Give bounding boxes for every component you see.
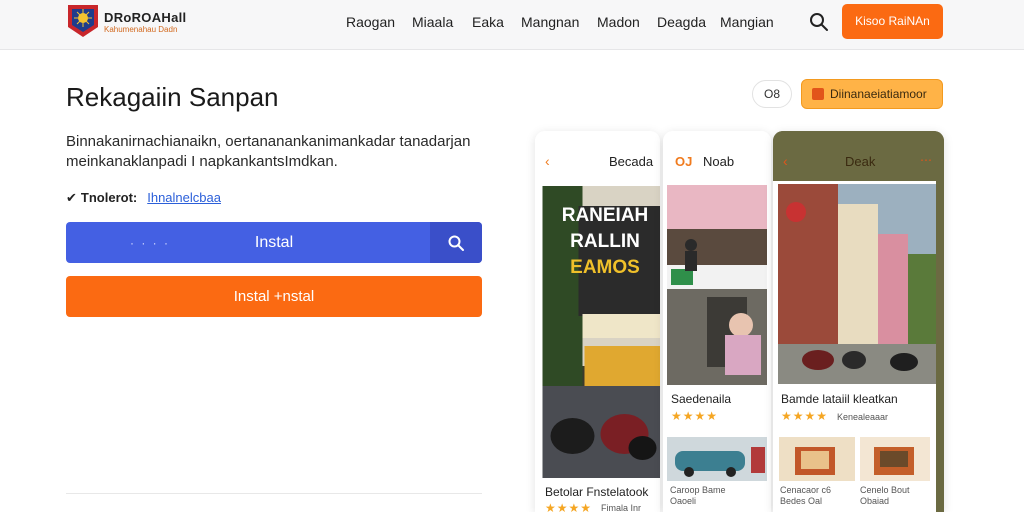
- install-secondary-button[interactable]: Instal +nstal: [66, 276, 482, 317]
- nav-item-5[interactable]: Madon: [597, 14, 640, 30]
- phone-3-sub-left-1: Cenacaor c6: [780, 485, 832, 495]
- shop-sign-line-1: RANEIAH: [561, 205, 649, 226]
- more-icon[interactable]: ⋯: [920, 153, 932, 167]
- search-icon: [448, 235, 464, 251]
- phone-3-sub-left-2: Bedes Oal: [780, 496, 823, 506]
- nav-item-6[interactable]: Deagda: [657, 14, 706, 30]
- download-icon: [812, 88, 824, 100]
- brand-logo-icon[interactable]: [66, 3, 100, 39]
- header-cta-button[interactable]: Kisoo RaiNAn: [842, 4, 943, 39]
- phone-3-rating-note: Kenealeaaar: [837, 412, 889, 422]
- rating-stars: ★★★★: [545, 501, 593, 512]
- nav-item-4[interactable]: Mangnan: [521, 14, 579, 30]
- phone-2-title: Noab: [703, 154, 735, 169]
- screenshot-phone-1[interactable]: ‹ Becada RANEIAH RALLIN EAMOS Betolar Fn…: [535, 131, 660, 512]
- phone-3-caption: Bamde lataiil kleatkan: [781, 392, 898, 406]
- page-title: Rekagaiin Sanpan: [66, 82, 279, 112]
- phone-1-title: Becada: [609, 154, 654, 169]
- shop-sign-line-3: EAMOS: [570, 257, 640, 278]
- meta-row: ✔ Tnolerot: Ihnalnelcbaa: [66, 190, 221, 206]
- phone-3-sub-right-1: Cenelo Bout: [860, 485, 910, 495]
- thumbnail-food-2: [860, 437, 930, 481]
- thumbnail-food-1: [779, 437, 855, 481]
- phone-2-sub-2: Oaoeli: [670, 496, 697, 506]
- checkmark-icon: ✔: [66, 190, 77, 205]
- nav-item-1[interactable]: Raogan: [346, 14, 395, 30]
- download-pill-button[interactable]: Diinanaeiatiamoor: [801, 79, 943, 109]
- thumbnail-car: [667, 437, 767, 481]
- search-icon[interactable]: [808, 11, 830, 33]
- back-arrow-icon[interactable]: ‹: [545, 153, 550, 169]
- back-arrow-icon[interactable]: ‹: [783, 153, 788, 169]
- top-navigation-bar: DRoROAHall Kahumenahau Dadn Raogan Miaal…: [0, 0, 1024, 50]
- install-button-label[interactable]: Instal: [66, 222, 482, 263]
- rating-stars: ★★★★: [781, 409, 829, 423]
- brand-name[interactable]: DRoROAHall: [104, 10, 186, 25]
- street-photo-2: [667, 185, 767, 385]
- section-divider: [66, 493, 482, 494]
- screenshot-phone-2[interactable]: OJ Noab Saedenaila ★★★★ Caroop Bame Oaoe…: [663, 131, 771, 512]
- shop-sign: RANEIAH RALLIN EAMOS: [555, 203, 655, 281]
- phone-3-title: Deak: [845, 154, 876, 169]
- small-toggle-button[interactable]: O8: [752, 80, 792, 108]
- nav-item-7[interactable]: Mangian: [720, 14, 774, 30]
- meta-link[interactable]: Ihnalnelcbaa: [147, 190, 221, 205]
- phone-1-rating-note: Fimala Inr: [601, 503, 642, 512]
- install-search-bar[interactable]: · · · · Instal: [66, 222, 482, 263]
- phone-2-sub-1: Caroop Bame: [670, 485, 726, 495]
- nav-item-2[interactable]: Miaala: [412, 14, 453, 30]
- phone-1-caption: Betolar Fnstelatook: [545, 485, 649, 499]
- phone-3-sub-right-2: Obaiad: [860, 496, 890, 506]
- install-search-button[interactable]: [430, 222, 482, 263]
- screenshot-phone-3[interactable]: ‹ Deak ⋯ Bamde lataiil kleatkan ★★★★ Ken…: [773, 131, 944, 512]
- phone-2-title-prefix: OJ: [675, 154, 693, 169]
- phone-2-caption: Saedenaila: [671, 392, 732, 406]
- brand-tagline: Kahumenahau Dadn: [104, 25, 178, 34]
- meta-label: Tnolerot:: [80, 190, 138, 205]
- nav-item-3[interactable]: Eaka: [472, 14, 504, 30]
- street-photo-3: [778, 184, 936, 384]
- rating-stars: ★★★★: [671, 409, 719, 423]
- download-pill-label: Diinanaeiatiamoor: [830, 87, 927, 101]
- page-description: Binnakanirnachianaikn, oertananankaniman…: [66, 133, 471, 170]
- shop-sign-line-2: RALLIN: [570, 231, 640, 252]
